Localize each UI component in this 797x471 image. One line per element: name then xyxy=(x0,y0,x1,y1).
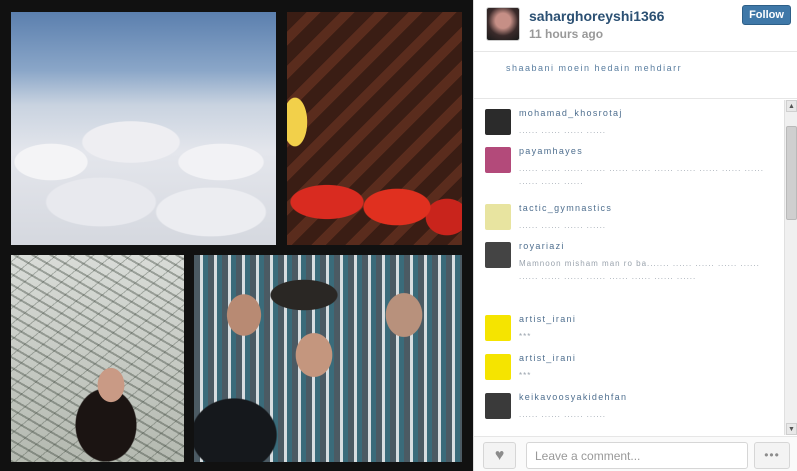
comment-avatar[interactable] xyxy=(485,393,511,419)
follow-button[interactable]: Follow xyxy=(742,5,791,25)
photo-woman-under-tree xyxy=(11,255,184,462)
comment-username[interactable]: tactic_gymnastics xyxy=(519,203,612,213)
photo-three-men xyxy=(194,255,462,462)
likes-list[interactable]: shaabani moein hedain mehdiarr xyxy=(506,63,682,73)
comment-input[interactable] xyxy=(526,442,748,469)
comment-text: *** xyxy=(519,371,532,380)
comments-scrollbar[interactable]: ▲ ▼ xyxy=(784,100,797,435)
avatar[interactable] xyxy=(486,7,520,41)
comment-username[interactable]: artist_irani xyxy=(519,353,576,363)
comment-text: *** xyxy=(519,332,532,341)
comment-text: ...... ...... ...... ...... xyxy=(519,221,607,230)
post-timestamp: 11 hours ago xyxy=(529,27,604,41)
likes-section: shaabani moein hedain mehdiarr xyxy=(474,53,797,99)
comment-footer: ♥ ••• xyxy=(474,436,797,471)
comment-username[interactable]: artist_irani xyxy=(519,314,576,324)
comment-avatar[interactable] xyxy=(485,147,511,173)
scroll-down-arrow-icon[interactable]: ▼ xyxy=(786,423,797,435)
comment-avatar[interactable] xyxy=(485,109,511,135)
comment-username[interactable]: mohamad_khosrotaj xyxy=(519,108,623,118)
scroll-up-arrow-icon[interactable]: ▲ xyxy=(786,100,797,112)
comments-list: mohamad_khosrotaj ...... ...... ...... ..… xyxy=(474,100,784,435)
more-options-button[interactable]: ••• xyxy=(754,442,790,469)
comment-text: Mamnoon misham man ro ba....... ...... .… xyxy=(519,259,760,281)
comment-text: ...... ...... ...... ...... xyxy=(519,126,607,135)
comment-avatar[interactable] xyxy=(485,242,511,268)
photo-kebab-food xyxy=(287,12,462,245)
comment-text: ...... ...... ...... ...... ...... .....… xyxy=(519,164,764,186)
comment-username[interactable]: royariazi xyxy=(519,241,565,251)
post-username[interactable]: saharghoreyshi1366 xyxy=(529,8,664,24)
post-photo-collage[interactable] xyxy=(0,0,473,471)
comment-username[interactable]: payamhayes xyxy=(519,146,583,156)
scrollbar-thumb[interactable] xyxy=(786,126,797,220)
like-heart-button[interactable]: ♥ xyxy=(483,442,516,469)
comment-text: ...... ...... ...... ...... xyxy=(519,410,607,419)
post-header: saharghoreyshi1366 11 hours ago Follow xyxy=(474,0,797,52)
comment-avatar[interactable] xyxy=(485,354,511,380)
photo-clouds xyxy=(11,12,276,245)
heart-icon: ♥ xyxy=(494,447,505,464)
comment-username[interactable]: keikavoosyakidehfan xyxy=(519,392,627,402)
comment-avatar[interactable] xyxy=(485,204,511,230)
comment-avatar[interactable] xyxy=(485,315,511,341)
post-details-panel: saharghoreyshi1366 11 hours ago Follow s… xyxy=(473,0,797,471)
